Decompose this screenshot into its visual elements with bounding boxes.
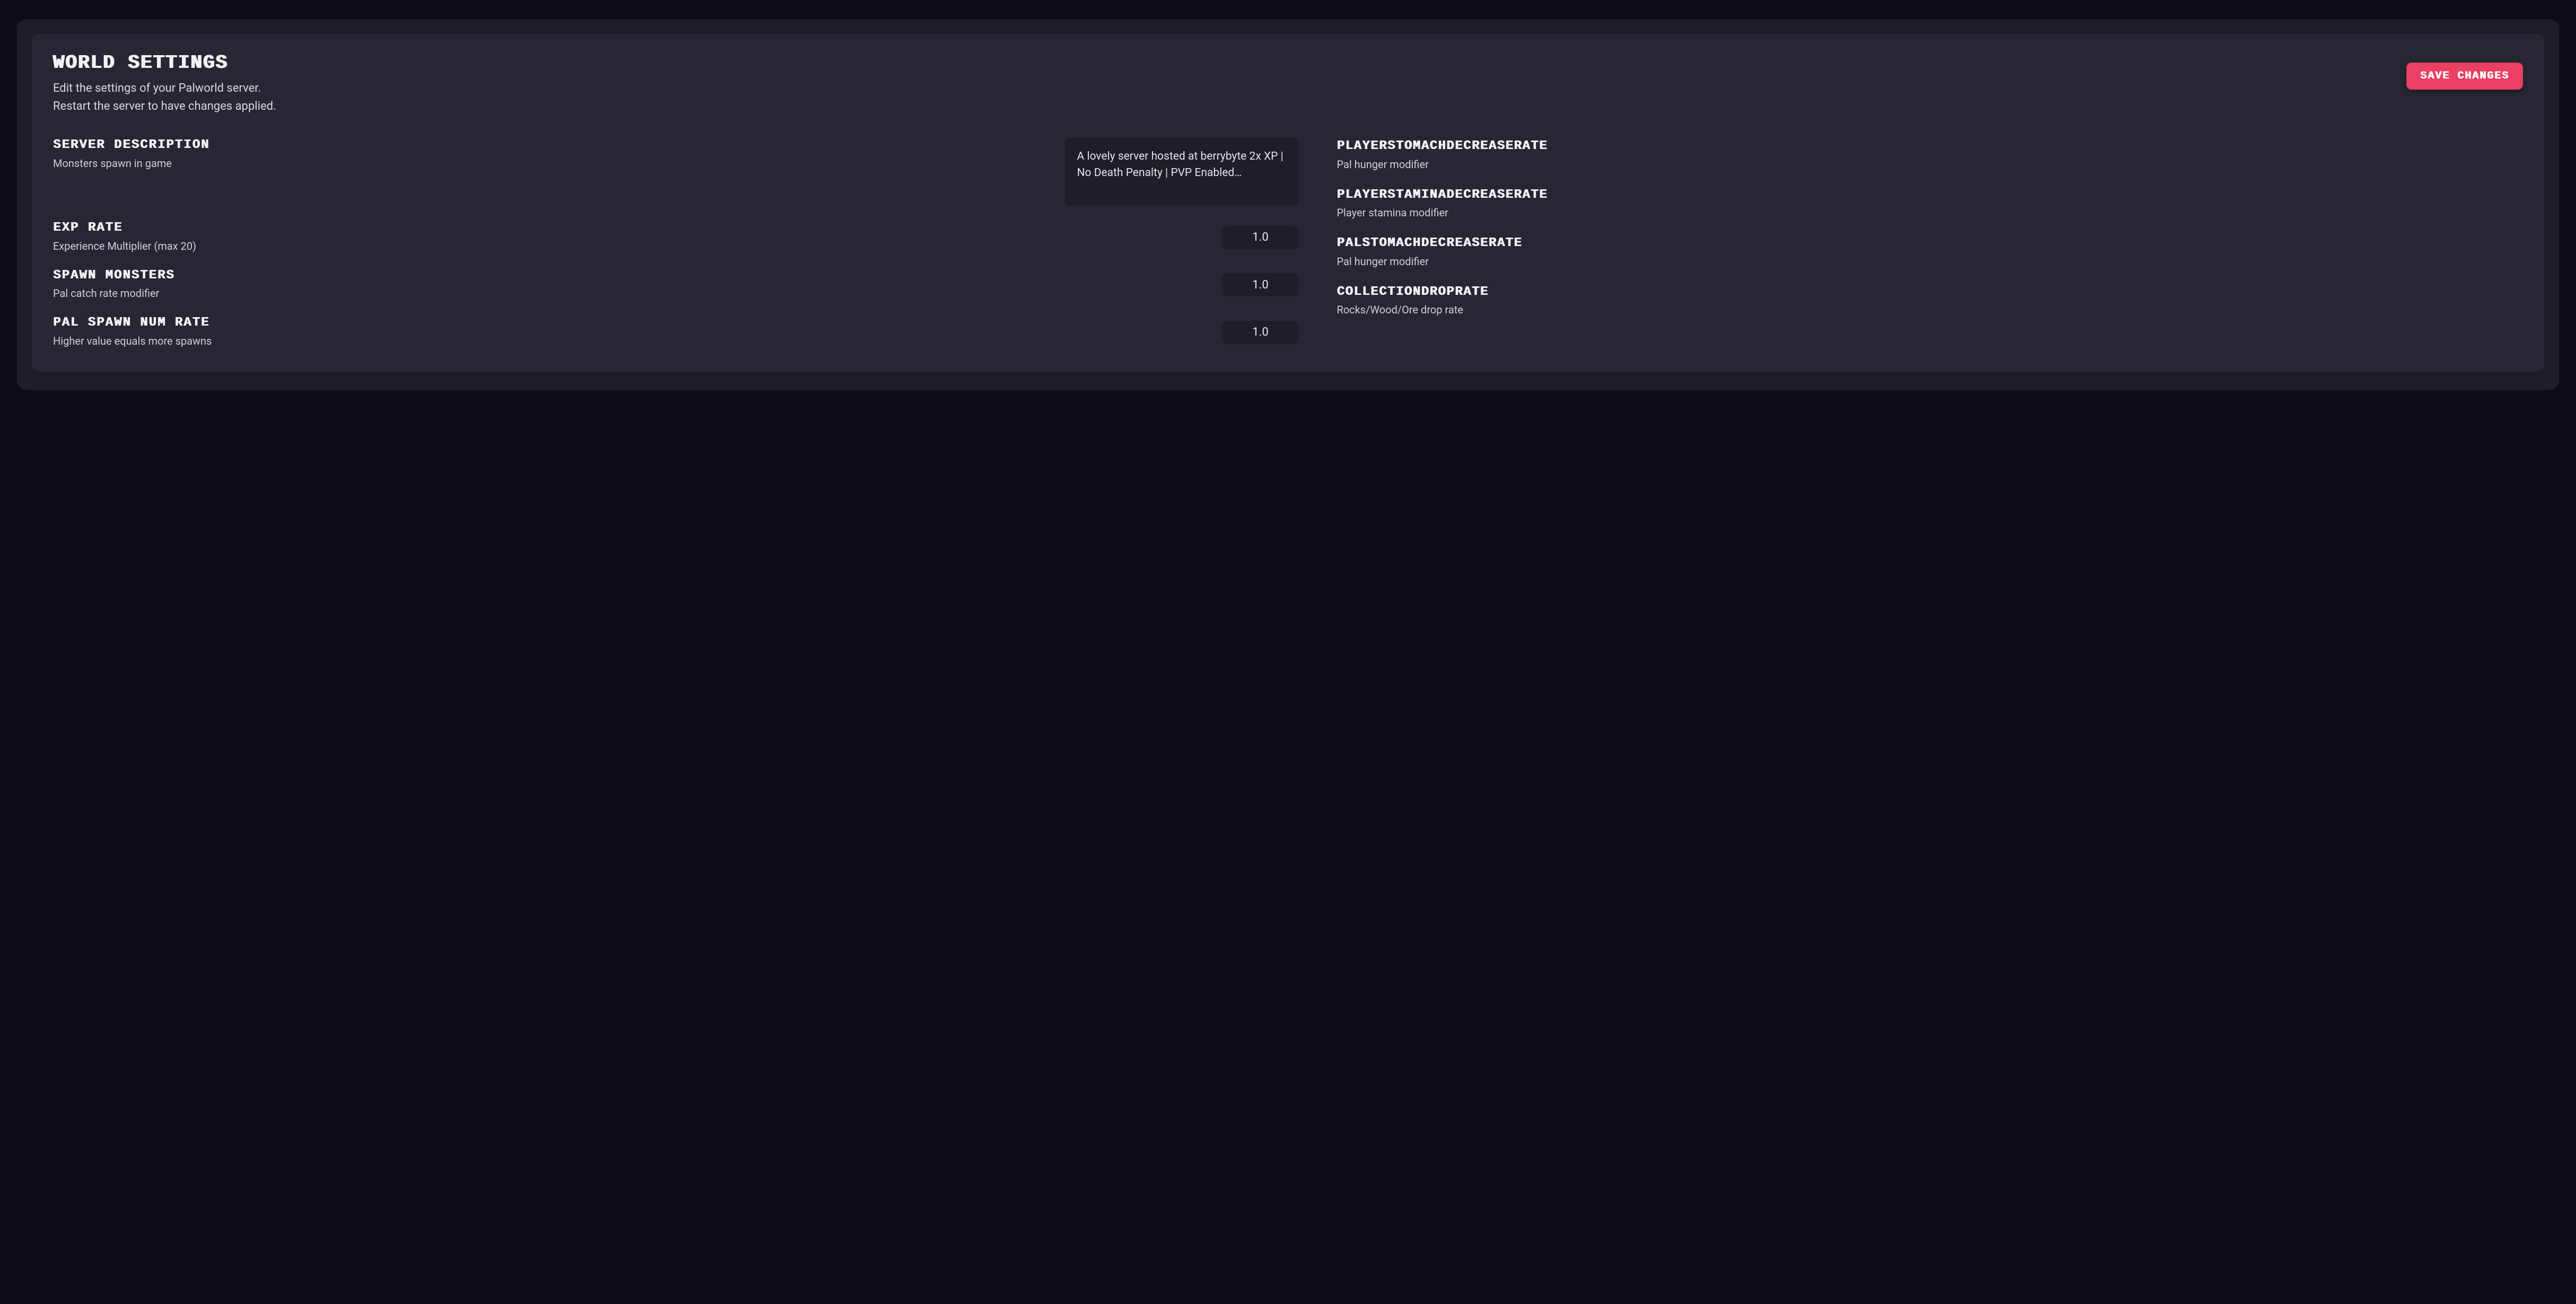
player-stamina-desc: Player stamina modifier: [1337, 205, 2523, 220]
page-subtitle-2: Restart the server to have changes appli…: [53, 98, 276, 116]
row-player-stomach-decrease-rate: PLAYERSTOMACHDECREASERATE Pal hunger mod…: [1337, 139, 2523, 172]
row-player-stamina-decrease-rate: PLAYERSTAMINADECREASERATE Player stamina…: [1337, 188, 2523, 221]
server-description-desc: Monsters spawn in game: [53, 156, 1052, 171]
server-description-labels: SERVER DESCRIPTION Monsters spawn in gam…: [53, 138, 1052, 171]
row-pal-spawn-num-rate: PAL SPAWN NUM RATE Higher value equals m…: [53, 316, 1298, 348]
spawn-monsters-labels: SPAWN MONSTERS Pal catch rate modifier: [53, 268, 1209, 301]
collection-drop-label: COLLECTIONDROPRATE: [1337, 285, 2523, 300]
left-column: SERVER DESCRIPTION Monsters spawn in gam…: [53, 138, 1298, 348]
page-title: WORLD SETTINGS: [53, 53, 276, 73]
settings-panel: WORLD SETTINGS Edit the settings of your…: [17, 19, 2559, 390]
row-pal-stomach-decrease-rate: PALSTOMACHDECREASERATE Pal hunger modifi…: [1337, 236, 2523, 269]
pal-stomach-desc: Pal hunger modifier: [1337, 254, 2523, 269]
spawn-monsters-input[interactable]: [1222, 273, 1298, 296]
pal-spawn-num-rate-labels: PAL SPAWN NUM RATE Higher value equals m…: [53, 316, 1209, 348]
save-changes-button[interactable]: SAVE CHANGES: [2406, 63, 2523, 90]
pal-spawn-num-rate-label: PAL SPAWN NUM RATE: [53, 316, 1199, 330]
player-stamina-label: PLAYERSTAMINADECREASERATE: [1337, 188, 2523, 203]
header-text: WORLD SETTINGS Edit the settings of your…: [53, 53, 276, 116]
settings-body: SERVER DESCRIPTION Monsters spawn in gam…: [53, 138, 2523, 348]
page-subtitle-1: Edit the settings of your Palworld serve…: [53, 80, 276, 98]
server-description-input[interactable]: [1065, 138, 1298, 206]
row-collection-drop-rate: COLLECTIONDROPRATE Rocks/Wood/Ore drop r…: [1337, 285, 2523, 318]
row-exp-rate: EXP RATE Experience Multiplier (max 20): [53, 221, 1298, 253]
right-column: PLAYERSTOMACHDECREASERATE Pal hunger mod…: [1337, 138, 2523, 348]
exp-rate-label: EXP RATE: [53, 221, 1199, 235]
server-description-label: SERVER DESCRIPTION: [53, 138, 1052, 153]
exp-rate-input[interactable]: [1222, 226, 1298, 249]
pal-stomach-label: PALSTOMACHDECREASERATE: [1337, 236, 2523, 251]
exp-rate-labels: EXP RATE Experience Multiplier (max 20): [53, 221, 1209, 253]
player-stomach-desc: Pal hunger modifier: [1337, 157, 2523, 172]
pal-spawn-num-rate-desc: Higher value equals more spawns: [53, 334, 1199, 348]
collection-drop-desc: Rocks/Wood/Ore drop rate: [1337, 302, 2523, 317]
row-server-description: SERVER DESCRIPTION Monsters spawn in gam…: [53, 138, 1298, 206]
header: WORLD SETTINGS Edit the settings of your…: [53, 53, 2523, 116]
pal-spawn-num-rate-input[interactable]: [1222, 321, 1298, 344]
row-spawn-monsters: SPAWN MONSTERS Pal catch rate modifier: [53, 268, 1298, 301]
settings-card: WORLD SETTINGS Edit the settings of your…: [32, 34, 2544, 372]
spawn-monsters-label: SPAWN MONSTERS: [53, 268, 1199, 283]
page-root: WORLD SETTINGS Edit the settings of your…: [0, 0, 2576, 409]
spawn-monsters-desc: Pal catch rate modifier: [53, 286, 1199, 301]
player-stomach-label: PLAYERSTOMACHDECREASERATE: [1337, 139, 2523, 154]
exp-rate-desc: Experience Multiplier (max 20): [53, 239, 1199, 253]
